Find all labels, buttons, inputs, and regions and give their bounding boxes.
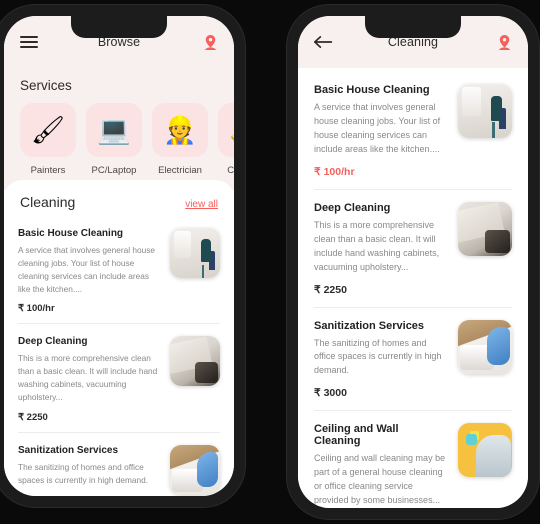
- service-category-strip[interactable]: 🖌 Painters 💻 PC/Laptop 👷 Electrician 🧹 C…: [4, 103, 234, 176]
- tile-label: PC/Laptop: [91, 165, 137, 176]
- service-card-body: Deep Cleaning This is a more comprehensiv…: [18, 336, 160, 403]
- service-card-price: ₹ 100/hr: [314, 165, 355, 178]
- section-title: Cleaning: [20, 194, 76, 210]
- service-card[interactable]: Ceiling and Wall Cleaning Ceiling and wal…: [314, 410, 512, 508]
- service-card-description: The sanitizing of homes and office space…: [314, 337, 442, 376]
- service-card-price: ₹ 3000: [314, 387, 347, 400]
- thumbnail-image: [458, 423, 512, 478]
- service-card-description: A service that involves general house cl…: [314, 102, 441, 154]
- services-section: Services 🖌 Painters 💻 PC/Laptop 👷 Electr…: [4, 68, 234, 190]
- service-card[interactable]: Basic House Cleaning A service that invol…: [18, 216, 220, 295]
- thumbnail-image: [170, 444, 220, 495]
- location-pin-icon[interactable]: [497, 34, 512, 51]
- service-card-body: Basic House Cleaning A service that invol…: [18, 228, 160, 295]
- photo-vacuum-cleaning: [458, 84, 512, 138]
- service-card-price: ₹ 100/hr: [18, 303, 55, 315]
- thumbnail-image: [458, 201, 512, 256]
- phone-screen-browse: Browse Services 🖌 Painters 💻 PC/Laptop 👷…: [4, 16, 234, 496]
- back-arrow-icon[interactable]: [314, 35, 333, 49]
- services-heading: Services: [20, 78, 72, 93]
- service-card-body: Sanitization Services The sanitizing of h…: [314, 320, 448, 379]
- service-card-body: Ceiling and Wall Cleaning Ceiling and wal…: [314, 423, 448, 508]
- service-card-description: This is a more comprehensive clean than …: [18, 353, 158, 403]
- cleaning-supplies-icon: 🧹: [218, 103, 234, 157]
- phone-screen-cleaning: Cleaning Basic House Cleaning A service t…: [298, 16, 528, 508]
- view-all-link[interactable]: view all: [185, 199, 218, 210]
- service-card-title: Basic House Cleaning: [18, 228, 124, 239]
- hamburger-menu-icon[interactable]: [20, 36, 38, 48]
- service-card-title: Ceiling and Wall Cleaning: [314, 423, 399, 448]
- photo-upholstery-cleaning: [170, 336, 220, 387]
- service-card-body: Sanitization Services The sanitizing of h…: [18, 445, 160, 495]
- service-card-description: Ceiling and wall cleaning may be part of…: [314, 453, 446, 506]
- service-card[interactable]: Basic House Cleaning A service that invol…: [314, 72, 512, 157]
- cleaning-list-sheet: Basic House Cleaning A service that invol…: [298, 68, 528, 508]
- service-card-body: Basic House Cleaning A service that invol…: [314, 84, 448, 157]
- service-card-description: A service that involves general house cl…: [18, 245, 155, 294]
- electrician-worker-icon: 👷: [152, 103, 208, 157]
- service-card-title: Deep Cleaning: [314, 201, 391, 214]
- laptop-icon: 💻: [86, 103, 142, 157]
- service-card-title: Sanitization Services: [18, 444, 119, 456]
- photo-vacuum-cleaning: [170, 228, 220, 278]
- service-card-body: Deep Cleaning This is a more comprehensiv…: [314, 202, 448, 275]
- screenshot-stage: Browse Services 🖌 Painters 💻 PC/Laptop 👷…: [0, 0, 540, 524]
- service-card-description: The sanitizing of homes and office space…: [18, 461, 149, 485]
- thumbnail-image: [458, 84, 512, 138]
- sidebar-item-painters[interactable]: 🖌 Painters: [20, 103, 76, 176]
- service-card-title: Basic House Cleaning: [314, 84, 430, 96]
- photo-sanitization: [458, 319, 512, 374]
- service-list-left: Basic House Cleaning A service that invol…: [4, 216, 234, 496]
- sidebar-item-electrician[interactable]: 👷 Electrician: [152, 103, 208, 176]
- phone-mockup-cleaning: Cleaning Basic House Cleaning A service t…: [287, 5, 539, 519]
- service-card-price: ₹ 3000: [18, 495, 220, 496]
- location-pin-icon[interactable]: [203, 34, 218, 51]
- cleaning-list-sheet: Cleaning view all Basic House Cleaning A …: [4, 180, 234, 496]
- service-card-description: This is a more comprehensive clean than …: [314, 219, 440, 272]
- sidebar-item-pc-laptop[interactable]: 💻 PC/Laptop: [86, 103, 142, 176]
- service-list-right: Basic House Cleaning A service that invol…: [298, 68, 528, 508]
- paint-roller-icon: 🖌: [20, 103, 76, 157]
- photo-upholstery-cleaning: [458, 201, 512, 256]
- thumbnail-image: [170, 336, 220, 387]
- thumbnail-image: [458, 319, 512, 374]
- service-card-price: ₹ 2250: [18, 411, 48, 423]
- service-card[interactable]: Deep Cleaning This is a more comprehensiv…: [18, 323, 220, 403]
- thumbnail-image: [170, 228, 220, 278]
- service-card[interactable]: Sanitization Services The sanitizing of h…: [314, 306, 512, 379]
- photo-wall-cleaning: [458, 423, 512, 478]
- phone-notch: [365, 16, 461, 38]
- service-card[interactable]: Sanitization Services The sanitizing of h…: [18, 431, 220, 495]
- service-card-title: Sanitization Services: [314, 319, 425, 332]
- phone-notch: [71, 16, 167, 38]
- sidebar-item-cleaning[interactable]: 🧹 Cleaning: [218, 103, 234, 176]
- service-card-price: ₹ 2250: [314, 283, 347, 296]
- phone-mockup-browse: Browse Services 🖌 Painters 💻 PC/Laptop 👷…: [0, 5, 245, 507]
- section-header: Cleaning view all: [4, 180, 234, 216]
- service-card[interactable]: Deep Cleaning This is a more comprehensiv…: [314, 188, 512, 275]
- tile-label: Cleaning: [227, 165, 234, 176]
- tile-label: Painters: [30, 165, 66, 176]
- service-card-title: Deep Cleaning: [18, 336, 88, 348]
- tile-label: Electrician: [158, 165, 202, 176]
- photo-sanitization: [170, 444, 220, 495]
